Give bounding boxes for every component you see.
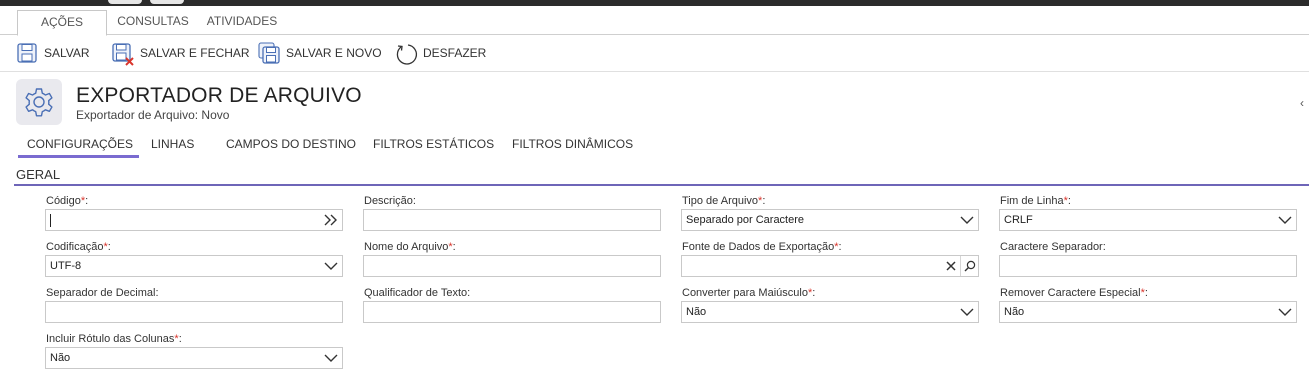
ribbon-tab-acoes[interactable]: AÇÕES [17,10,107,36]
fonte-dados-field[interactable] [681,255,979,277]
tab-linhas[interactable]: LINHAS [151,137,194,158]
descricao-label: Descrição: [364,195,416,207]
entity-icon [16,79,62,125]
qualificador-texto-label: Qualificador de Texto: [364,287,471,299]
remover-especial-label: Remover Caractere Especial*: [1000,287,1148,299]
save-button[interactable]: SALVAR [16,40,90,66]
codificacao-label: Codificação*: [46,241,111,253]
ribbon-tabs: AÇÕES CONSULTAS ATIVIDADES [0,6,1309,36]
tab-filtros-estaticos[interactable]: FILTROS ESTÁTICOS [373,137,494,158]
search-icon[interactable] [960,256,978,276]
collapse-chevron-icon[interactable]: ‹ [1300,96,1304,110]
tab-filtros-dinamicos[interactable]: FILTROS DINÂMICOS [512,137,633,158]
codificacao-select[interactable]: UTF-8 [45,255,343,277]
ribbon-tab-atividades[interactable]: ATIVIDADES [200,10,284,35]
incluir-rotulo-label: Incluir Rótulo das Colunas*: [46,333,182,345]
chevron-down-icon[interactable] [320,256,342,276]
tipo-arquivo-label: Tipo de Arquivo*: [682,195,766,207]
save-close-button[interactable]: SALVAR E FECHAR [112,40,250,66]
ribbon-tab-consultas[interactable]: CONSULTAS [112,10,194,35]
descricao-field[interactable] [363,209,661,231]
top-bar-tab-nub [150,0,184,4]
action-toolbar: SALVAR SALVAR E FECHAR SALVAR E NOVO DES… [0,35,1309,72]
clear-icon[interactable] [942,256,960,276]
page-subtitle: Exportador de Arquivo: Novo [76,108,230,122]
save-new-icon [258,42,280,64]
nome-arquivo-label: Nome do Arquivo*: [364,241,456,253]
save-new-label: SALVAR E NOVO [286,46,382,60]
chevron-down-icon[interactable] [1274,210,1296,230]
chevron-down-icon[interactable] [956,210,978,230]
section-title: GERAL [16,167,61,182]
undo-icon [395,42,417,65]
codigo-field[interactable] [45,209,343,231]
fim-linha-label: Fim de Linha*: [1000,195,1071,207]
section-divider [14,184,1309,186]
double-chevron-right-icon[interactable] [320,210,342,230]
save-close-icon [112,42,134,66]
top-bar-tab-nub [108,0,142,4]
separador-decimal-field[interactable] [45,301,343,323]
codigo-label: Código*: [46,195,89,207]
save-label: SALVAR [44,46,90,60]
chevron-down-icon[interactable] [956,302,978,322]
gear-icon [25,88,53,117]
save-close-label: SALVAR E FECHAR [140,46,250,60]
incluir-rotulo-select[interactable]: Não [45,347,343,369]
page-title: EXPORTADOR DE ARQUIVO [76,84,362,107]
separador-decimal-label: Separador de Decimal: [46,287,159,299]
nome-arquivo-field[interactable] [363,255,661,277]
save-new-button[interactable]: SALVAR E NOVO [258,40,382,66]
tab-configuracoes[interactable]: CONFIGURAÇÕES [18,137,139,158]
undo-label: DESFAZER [423,46,487,60]
converter-maiusculo-select[interactable]: Não [681,301,979,323]
chevron-down-icon[interactable] [320,348,342,368]
fim-linha-select[interactable]: CRLF [999,209,1297,231]
save-icon [16,42,38,64]
text-cursor [50,213,51,227]
qualificador-texto-field[interactable] [363,301,661,323]
caractere-separador-field[interactable] [999,255,1297,277]
tipo-arquivo-select[interactable]: Separado por Caractere [681,209,979,231]
tab-campos-destino[interactable]: CAMPOS DO DESTINO [226,137,356,158]
chevron-down-icon[interactable] [1274,302,1296,322]
remover-especial-select[interactable]: Não [999,301,1297,323]
caractere-separador-label: Caractere Separador: [1000,241,1106,253]
undo-button[interactable]: DESFAZER [395,40,486,66]
converter-maiusculo-label: Converter para Maiúsculo*: [682,287,816,299]
fonte-dados-label: Fonte de Dados de Exportação*: [682,241,842,253]
